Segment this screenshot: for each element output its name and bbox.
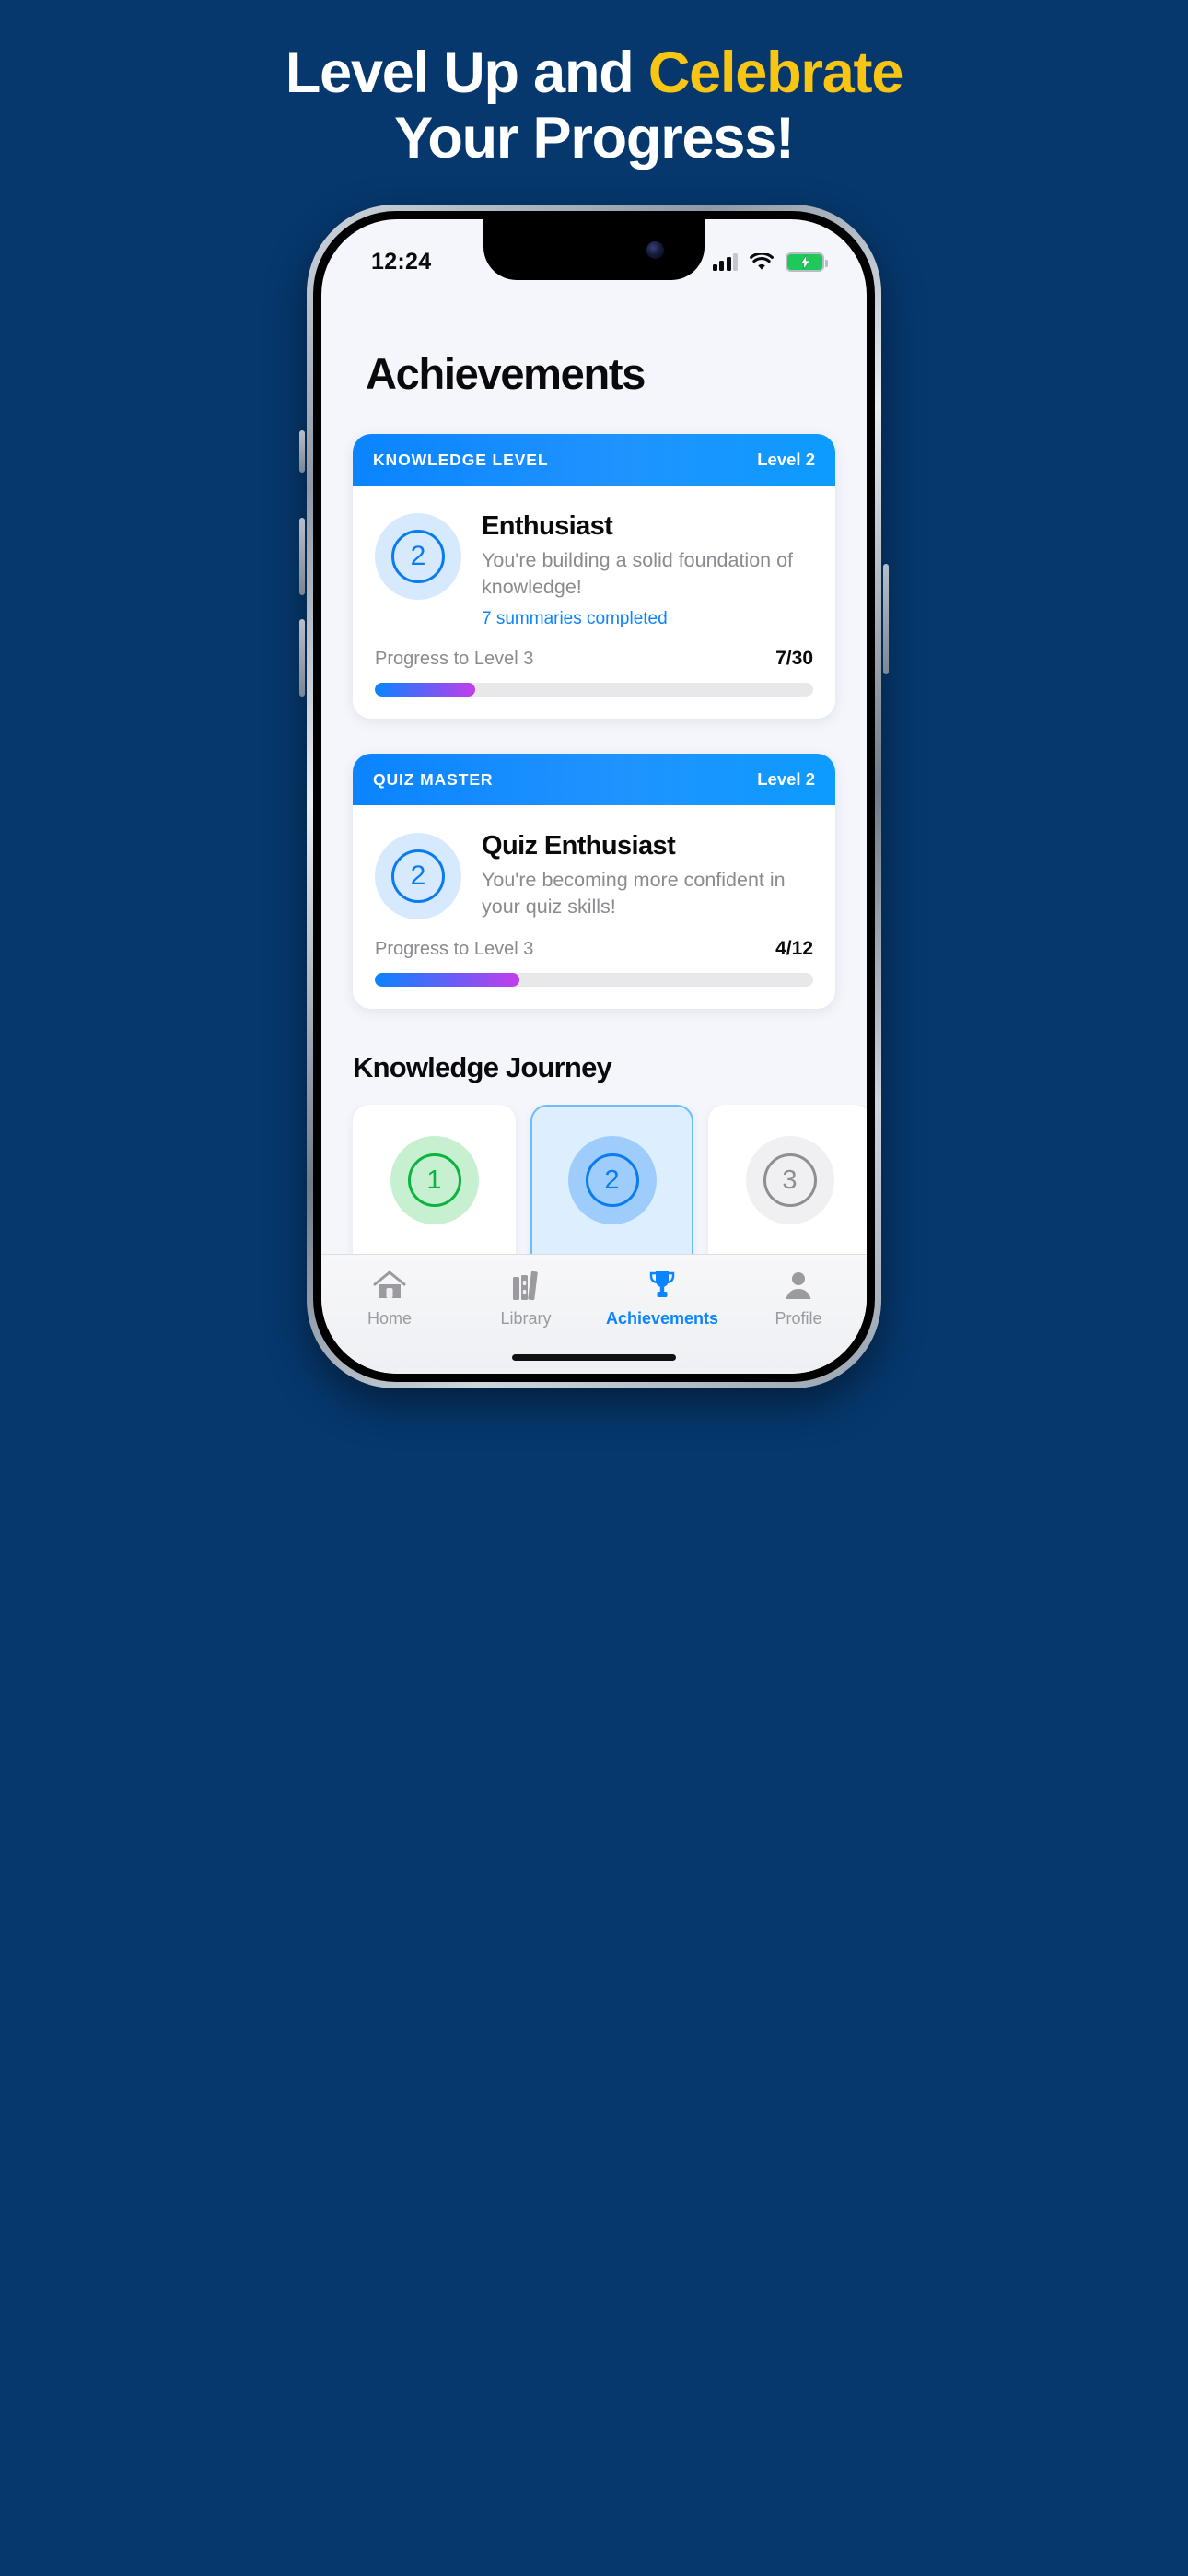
volume-up-button[interactable] [299, 518, 305, 595]
journey-level-icon: 3 [745, 1136, 834, 1225]
status-time: 12:24 [371, 248, 432, 275]
page-title: Achievements [366, 349, 646, 398]
tab-label: Achievements [605, 1309, 719, 1328]
progress-bar-fill [375, 973, 520, 988]
progress-bar [375, 973, 813, 988]
card-header-label: KNOWLEDGE LEVEL [373, 450, 549, 469]
tab-label: Profile [775, 1309, 822, 1328]
battery-charging-icon [786, 252, 828, 272]
tab-profile[interactable]: Profile [730, 1268, 867, 1329]
power-button[interactable] [883, 564, 889, 674]
phone-bezel: 12:24 Achievements KNOWLEDGE LEVEL Level… [313, 211, 875, 1382]
card-body: 2 Enthusiast You're building a solid fou… [353, 486, 835, 719]
card-body: 2 Quiz Enthusiast You're becoming more c… [353, 805, 835, 1009]
tab-label: Home [367, 1309, 412, 1328]
tab-library[interactable]: Library [458, 1268, 594, 1329]
badge-title: Enthusiast [482, 511, 613, 541]
progress-label: Progress to Level 3 [375, 649, 534, 670]
card-header: KNOWLEDGE LEVEL Level 2 [353, 434, 835, 486]
journey-level-number: 1 [407, 1153, 461, 1208]
home-icon [373, 1270, 406, 1298]
level-badge-icon: 2 [375, 513, 461, 600]
trophy-icon [649, 1271, 675, 1297]
summaries-completed-link[interactable]: 7 summaries completed [482, 609, 813, 629]
card-header-label: QUIZ MASTER [373, 769, 494, 789]
wifi-icon [750, 252, 774, 270]
tab-label: Library [500, 1309, 552, 1328]
person-icon [786, 1272, 811, 1299]
badge-text: Enthusiast You're building a solid found… [482, 509, 813, 629]
status-icons [712, 252, 828, 272]
badge-row: 2 Quiz Enthusiast You're becoming more c… [375, 829, 813, 920]
cellular-signal-icon [712, 252, 738, 271]
progress-count: 4/12 [775, 938, 813, 960]
quiz-master-card[interactable]: QUIZ MASTER Level 2 2 Quiz Enthusiast Yo [353, 754, 835, 1010]
progress-label-row: Progress to Level 3 7/30 [375, 648, 813, 670]
level-badge-icon: 2 [375, 833, 461, 920]
tab-achievements[interactable]: Achievements [594, 1268, 730, 1329]
progress-label-row: Progress to Level 3 4/12 [375, 938, 813, 960]
card-header-level: Level 2 [757, 769, 815, 790]
promo-headline: Level Up and Celebrate Your Progress! [0, 41, 1188, 170]
front-camera-icon [646, 241, 664, 259]
progress-bar-fill [375, 683, 476, 697]
promo-headline-line1-white: Level Up and [285, 41, 648, 105]
progress-count: 7/30 [775, 648, 813, 670]
progress-bar [375, 683, 813, 697]
level-badge-number: 2 [391, 849, 445, 904]
card-header-level: Level 2 [757, 450, 815, 469]
journey-level-icon: 2 [567, 1136, 657, 1225]
phone-screen: 12:24 Achievements KNOWLEDGE LEVEL Level… [321, 219, 867, 1374]
promo-headline-line2: Your Progress! [394, 105, 795, 170]
app-scroll-area[interactable]: Achievements KNOWLEDGE LEVEL Level 2 2 E… [321, 287, 867, 1374]
home-indicator[interactable] [512, 1354, 676, 1361]
progress-label: Progress to Level 3 [375, 939, 534, 960]
phone-body: 12:24 Achievements KNOWLEDGE LEVEL Level… [307, 205, 881, 1388]
badge-title: Quiz Enthusiast [482, 831, 676, 861]
tab-home[interactable]: Home [321, 1268, 458, 1329]
phone-mockup: 12:24 Achievements KNOWLEDGE LEVEL Level… [52, 205, 1136, 1388]
knowledge-journey-header: Knowledge Journey [353, 1051, 835, 1084]
badge-description: You're becoming more confident in your q… [482, 869, 786, 918]
journey-level-number: 2 [585, 1153, 639, 1208]
books-icon [513, 1270, 538, 1301]
knowledge-level-card[interactable]: KNOWLEDGE LEVEL Level 2 2 Enthusiast You [353, 434, 835, 720]
section-title: Knowledge Journey [353, 1051, 612, 1084]
promo-headline-accent: Celebrate [647, 41, 904, 105]
badge-row: 2 Enthusiast You're building a solid fou… [375, 509, 813, 629]
badge-text: Quiz Enthusiast You're becoming more con… [482, 829, 813, 919]
silent-switch[interactable] [299, 430, 305, 473]
level-badge-number: 2 [391, 530, 445, 583]
journey-level-number: 3 [763, 1153, 817, 1208]
phone-notch [483, 219, 705, 280]
badge-description: You're building a solid foundation of kn… [482, 549, 794, 598]
card-header: QUIZ MASTER Level 2 [353, 754, 835, 806]
volume-down-button[interactable] [299, 619, 305, 697]
journey-level-icon: 1 [390, 1136, 479, 1225]
